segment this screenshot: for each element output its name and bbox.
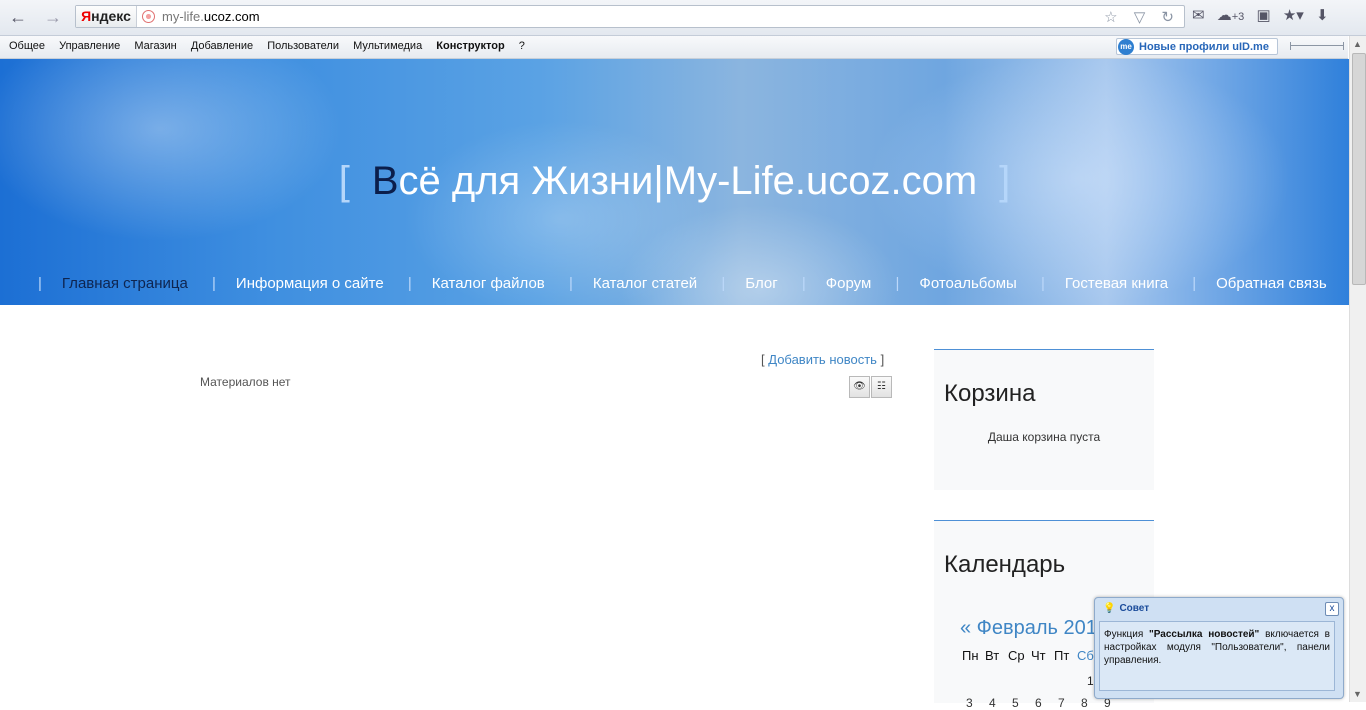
url-prefix: my-life. (162, 9, 204, 24)
title-text: сё для Жизни|My-Life.ucoz.com (398, 159, 978, 203)
main-navigation: | Главная страница | Информация о сайте | К… (38, 275, 1327, 292)
site-favicon-icon (142, 10, 155, 23)
site-header: [ Всё для Жизни|My-Life.ucoz.com] | Главна… (0, 59, 1349, 305)
tip-popup: 💡 Совет x Функция "Рассылка новостей" вкл… (1094, 597, 1344, 699)
title-first-letter: В (371, 159, 399, 203)
admin-menu-constructor[interactable]: Конструктор (436, 40, 504, 52)
calendar-weekdays: Пн Вт Ср Чт Пт Сб (962, 648, 1100, 663)
nav-about[interactable]: Информация о сайте (236, 275, 384, 292)
url-actions-icons[interactable]: ☆ ▽ ↻ (1104, 8, 1180, 26)
nav-forum[interactable]: Форум (826, 275, 872, 292)
cart-title: Корзина (944, 380, 1036, 407)
tip-title: Совет (1119, 603, 1150, 614)
weekday-mon: Пн (962, 648, 979, 663)
yandex-logo-first: Я (81, 8, 92, 24)
vertical-scrollbar[interactable]: ▲ ▼ (1349, 36, 1366, 702)
calendar-day[interactable]: 4 (989, 696, 1012, 710)
no-materials-text: Материалов нет (200, 375, 291, 389)
nav-feedback[interactable]: Обратная связь (1216, 275, 1327, 292)
nav-blog[interactable]: Блог (745, 275, 777, 292)
uid-profiles-label: Новые профили uID.me (1139, 41, 1269, 53)
calendar-day[interactable]: 6 (1035, 696, 1058, 710)
weather-icon[interactable]: ☁+3 (1217, 6, 1245, 24)
weekday-wed: Ср (1008, 648, 1025, 663)
calendar-day-1[interactable]: 1 (1087, 674, 1094, 688)
scroll-thumb[interactable] (1352, 53, 1366, 285)
cart-block: Корзина Даша корзина пуста (934, 349, 1154, 490)
admin-menu: Общее Управление Магазин Добавление Поль… (9, 40, 536, 52)
uid-logo-icon: me (1118, 39, 1134, 55)
tip-text-before: Функция (1104, 629, 1150, 640)
forward-button[interactable]: → (43, 8, 63, 26)
calendar-day[interactable]: 5 (1012, 696, 1035, 710)
nav-home[interactable]: Главная страница (62, 275, 188, 292)
admin-menu-management[interactable]: Управление (59, 40, 120, 52)
url-domain: ucoz.com (203, 9, 260, 24)
view-eye-icon[interactable]: 👁 (849, 376, 870, 398)
address-bar[interactable]: Яндекс my-life.ucoz.com ☆ ▽ ↻ (75, 5, 1185, 28)
weekday-thu: Чт (1031, 648, 1046, 663)
back-button[interactable]: ← (8, 8, 28, 26)
browser-toolbar: ← → Яндекс my-life.ucoz.com ☆ ▽ ↻ ✉ ☁+3 … (0, 0, 1366, 36)
add-news-wrapper: [ Добавить новость ] (761, 352, 884, 367)
mail-icon[interactable]: ✉ (1192, 6, 1205, 24)
yandex-logo-rest: ндекс (91, 8, 131, 24)
tip-close-button[interactable]: x (1325, 602, 1339, 616)
scroll-up-icon[interactable]: ▲ (1353, 39, 1362, 49)
cart-empty-text: Даша корзина пуста (987, 430, 1101, 444)
tip-text-bold: "Рассылка новостей" (1149, 629, 1260, 640)
admin-menu-add[interactable]: Добавление (191, 40, 253, 52)
add-news-bracket-open: [ (761, 352, 765, 367)
weekday-fri: Пт (1054, 648, 1070, 663)
nav-files[interactable]: Каталог файлов (432, 275, 545, 292)
nav-articles[interactable]: Каталог статей (593, 275, 697, 292)
view-mode-buttons: 👁 ☷ (848, 376, 892, 398)
add-news-link[interactable]: Добавить новость (768, 352, 877, 367)
url-text[interactable]: my-life.ucoz.com (162, 9, 260, 24)
download-icon[interactable]: ⬇ (1316, 6, 1329, 24)
nav-guestbook[interactable]: Гостевая книга (1065, 275, 1168, 292)
calendar-day[interactable]: 3 (966, 696, 989, 710)
add-news-bracket-close: ] (880, 352, 885, 367)
admin-bar: Общее Управление Магазин Добавление Поль… (0, 36, 1348, 59)
yandex-logo[interactable]: Яндекс (76, 6, 137, 27)
calendar-title: Календарь (944, 551, 1066, 578)
site-title[interactable]: [ Всё для Жизни|My-Life.ucoz.com] (0, 159, 1349, 204)
bookmark-icon[interactable]: ▣ (1256, 6, 1270, 24)
calendar-day[interactable]: 7 (1058, 696, 1081, 710)
admin-bar-slider[interactable] (1290, 42, 1344, 50)
scroll-down-icon[interactable]: ▼ (1353, 689, 1362, 699)
admin-menu-users[interactable]: Пользователи (267, 40, 339, 52)
view-list-icon[interactable]: ☷ (871, 376, 892, 398)
admin-menu-shop[interactable]: Магазин (134, 40, 176, 52)
title-bracket-close: ] (999, 159, 1011, 203)
toolbar-icons: ✉ ☁+3 ▣ ★▾ ⬇ (1192, 6, 1337, 28)
admin-menu-general[interactable]: Общее (9, 40, 45, 52)
calendar-month-link[interactable]: « Февраль 201 (960, 617, 1097, 640)
nav-photos[interactable]: Фотоальбомы (919, 275, 1016, 292)
uid-profiles-button[interactable]: me Новые профили uID.me (1116, 38, 1278, 55)
tip-body: Функция "Рассылка новостей" включается в… (1099, 621, 1335, 691)
weekday-tue: Вт (985, 648, 1000, 663)
tip-header: 💡 Совет (1103, 603, 1149, 614)
weather-badge: +3 (1231, 11, 1245, 23)
lightbulb-icon: 💡 (1103, 603, 1116, 614)
title-bracket-open: [ (338, 159, 350, 203)
admin-menu-multimedia[interactable]: Мультимедиа (353, 40, 422, 52)
favorites-icon[interactable]: ★▾ (1283, 6, 1304, 24)
admin-menu-help[interactable]: ? (519, 40, 525, 52)
